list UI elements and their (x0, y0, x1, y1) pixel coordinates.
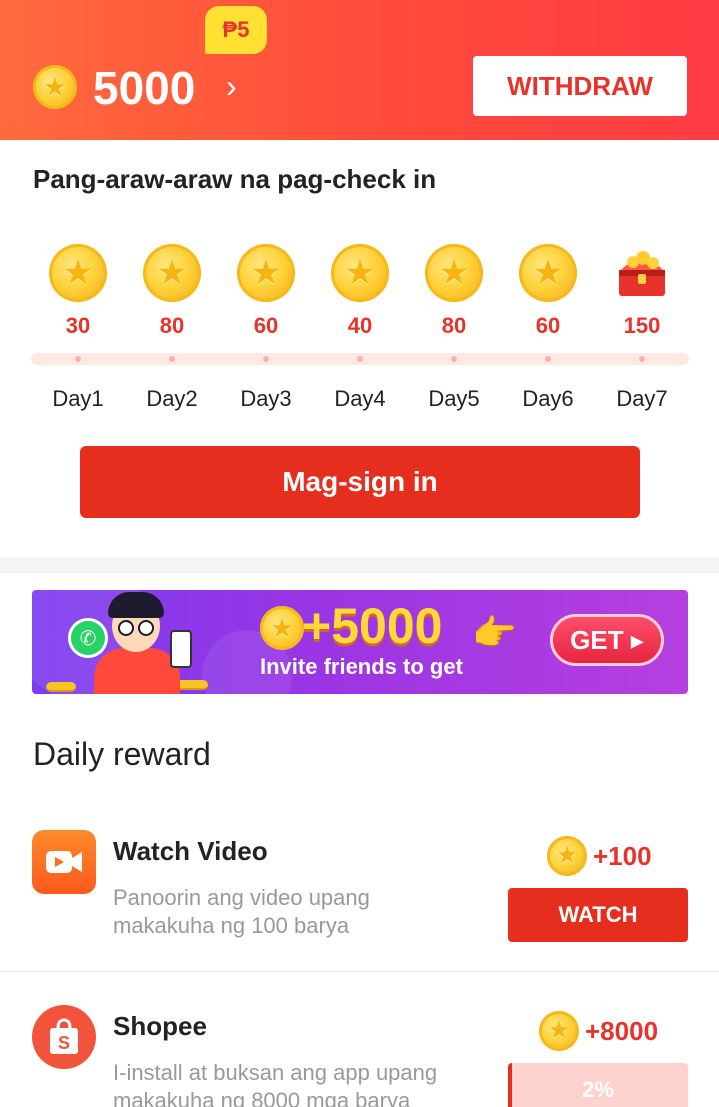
day-reward-amount: 80 (159, 313, 185, 338)
day-reward-amount: 80 (441, 313, 467, 338)
watch-button[interactable]: WATCH (508, 888, 688, 942)
coin-icon: ★ (49, 244, 107, 302)
day-label: Day1 (52, 386, 104, 411)
coin-icon: ★ (260, 606, 304, 650)
progress-dot (545, 356, 551, 362)
header-bar: ₱5 ★ 5000 › WITHDRAW (0, 0, 719, 140)
bonus-badge: ₱5 (205, 6, 267, 54)
progress-dot (75, 356, 81, 362)
svg-text:S: S (58, 1033, 70, 1053)
video-camera-icon (32, 830, 96, 894)
phone-icon (170, 630, 192, 668)
day-label: Day4 (334, 386, 386, 411)
task-reward-amount: +100 (593, 840, 652, 871)
day-reward-amount: 150 (623, 313, 661, 338)
coin-stack-icon (46, 682, 76, 692)
coin-icon: ★ (143, 244, 201, 302)
day-label: Day5 (428, 386, 480, 411)
coin-icon: ★ (425, 244, 483, 302)
coin-icon: ★ (539, 1011, 579, 1051)
glasses-icon (138, 620, 154, 636)
day-label: Day3 (240, 386, 292, 411)
banner-subtitle: Invite friends to get (260, 654, 463, 679)
progress-dot (357, 356, 363, 362)
treasure-chest-icon (619, 251, 665, 296)
day-label: Day7 (616, 386, 668, 411)
progress-dot (263, 356, 269, 362)
progress-dot (639, 356, 645, 362)
task-reward: ★ +100 (547, 836, 652, 876)
day-reward-amount: 40 (347, 313, 373, 338)
day-label: Day2 (146, 386, 198, 411)
whatsapp-icon: ✆ (68, 618, 108, 658)
task-description: I-install at buksan ang app upang makaku… (113, 1060, 438, 1107)
withdraw-button[interactable]: WITHDRAW (473, 56, 687, 116)
get-button[interactable]: GET ▸ (550, 614, 664, 666)
day-reward-amount: 60 (535, 313, 561, 338)
progress-label: 2% (582, 1077, 614, 1102)
coin-icon: ★ (547, 836, 587, 876)
day-reward-icon: ★ (320, 244, 400, 302)
progress-dot (451, 356, 457, 362)
progress-dot (169, 356, 175, 362)
coin-balance[interactable]: 5000 (93, 62, 195, 114)
task-divider (0, 971, 719, 972)
task-reward: ★ +8000 (539, 1011, 658, 1051)
banner-amount: +5000 (302, 598, 443, 654)
day-reward-amount: 60 (253, 313, 279, 338)
task-title: Watch Video (113, 836, 268, 866)
pointing-hand-icon: 👉 (472, 612, 517, 653)
coin-icon: ★ (331, 244, 389, 302)
day-label: Day6 (522, 386, 574, 411)
coin-icon: ★ (519, 244, 577, 302)
invite-friends-banner[interactable]: ✆ ★ +5000 Invite friends to get 👉 GET ▸ (32, 590, 688, 694)
checkin-title: Pang-araw-araw na pag-check in (33, 164, 437, 194)
person-illustration (94, 648, 180, 694)
person-hair (108, 592, 164, 618)
sign-in-button[interactable]: Mag-sign in (80, 446, 640, 518)
day-reward-icon: ★ (38, 244, 118, 302)
install-progress-button[interactable]: 2% (508, 1063, 688, 1107)
day-reward-icon: ★ (414, 244, 494, 302)
coin-icon: ★ (33, 65, 77, 109)
day-reward-icon: ★ (226, 244, 306, 302)
shopee-bag-icon: S (32, 1005, 96, 1069)
glasses-icon (118, 620, 134, 636)
day-reward-amount: 30 (65, 313, 91, 338)
task-reward-amount: +8000 (585, 1015, 659, 1046)
daily-reward-title: Daily reward (33, 736, 211, 772)
coin-icon: ★ (237, 244, 295, 302)
task-description: Panoorin ang video upang makakuha ng 100… (113, 885, 370, 938)
day-reward-icon: ★ (508, 244, 588, 302)
chevron-right-icon[interactable]: › (226, 68, 237, 104)
task-title: Shopee (113, 1011, 207, 1041)
section-divider (0, 557, 719, 573)
day-reward-icon: ★ (132, 244, 212, 302)
